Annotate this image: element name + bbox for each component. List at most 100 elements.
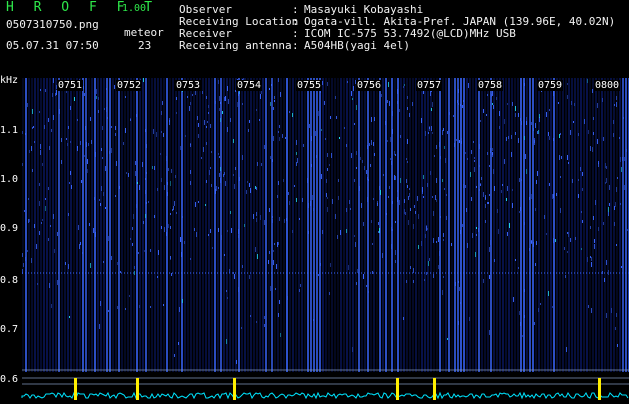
noise-speckle <box>204 120 205 125</box>
noise-speckle <box>224 172 225 175</box>
noise-column <box>280 78 282 372</box>
noise-speckle <box>269 88 270 90</box>
noise-speckle <box>176 212 177 214</box>
noise-column <box>100 78 102 372</box>
noise-speckle <box>524 222 525 225</box>
noise-column <box>541 78 543 372</box>
noise-speckle <box>512 189 513 191</box>
noise-speckle <box>407 161 408 163</box>
noise-speckle <box>272 219 273 223</box>
noise-speckle <box>608 207 609 212</box>
noise-speckle <box>179 307 180 312</box>
noise-speckle <box>582 220 583 223</box>
noise-speckle <box>436 241 437 243</box>
noise-speckle <box>404 199 405 203</box>
noise-speckle <box>617 344 618 347</box>
noise-column <box>388 78 390 372</box>
noise-speckle <box>190 170 191 174</box>
noise-speckle <box>278 78 279 82</box>
noise-speckle <box>264 316 265 319</box>
noise-column <box>223 78 225 372</box>
noise-column <box>220 78 222 372</box>
noise-speckle <box>588 130 589 134</box>
noise-speckle <box>104 108 105 110</box>
noise-speckle <box>338 179 339 182</box>
noise-speckle <box>492 103 493 105</box>
noise-speckle <box>574 103 575 106</box>
noise-speckle <box>627 229 628 231</box>
noise-speckle <box>590 146 591 151</box>
noise-speckle <box>446 194 447 196</box>
noise-speckle <box>350 208 351 210</box>
noise-speckle <box>115 126 116 130</box>
noise-speckle <box>531 194 532 199</box>
noise-speckle <box>348 265 349 270</box>
noise-speckle <box>90 117 91 121</box>
noise-speckle <box>426 226 427 231</box>
noise-column <box>304 78 306 372</box>
noise-speckle <box>61 138 62 142</box>
noise-speckle <box>553 91 554 96</box>
noise-speckle <box>329 164 330 166</box>
info-value-antenna: A504HB(yagi 4el) <box>304 39 410 52</box>
noise-speckle <box>172 209 173 211</box>
noise-speckle <box>518 138 519 143</box>
noise-speckle <box>498 229 499 234</box>
noise-column <box>37 78 39 372</box>
noise-speckle <box>608 270 609 275</box>
noise-speckle <box>363 222 364 226</box>
noise-speckle <box>218 228 219 232</box>
time-mark-0800: 0800 <box>594 80 621 91</box>
noise-column <box>448 78 450 372</box>
noise-speckle <box>256 218 257 222</box>
noise-speckle <box>313 319 314 321</box>
noise-speckle <box>614 222 615 226</box>
noise-speckle <box>327 82 328 86</box>
noise-speckle <box>616 96 617 100</box>
noise-speckle <box>180 237 181 242</box>
noise-speckle <box>387 140 388 142</box>
noise-speckle <box>185 135 186 137</box>
noise-speckle <box>485 197 486 199</box>
noise-speckle <box>410 208 411 211</box>
noise-speckle <box>279 125 280 128</box>
noise-speckle <box>571 101 572 105</box>
noise-speckle <box>494 259 495 262</box>
noise-column <box>466 78 468 372</box>
noise-speckle <box>351 91 352 96</box>
noise-speckle <box>249 120 250 123</box>
noise-speckle <box>474 157 475 159</box>
noise-speckle <box>385 121 386 125</box>
noise-speckle <box>371 117 372 122</box>
noise-speckle <box>313 208 314 211</box>
noise-speckle <box>95 232 96 234</box>
noise-column <box>202 78 204 372</box>
noise-column <box>298 78 300 372</box>
noise-speckle <box>250 188 251 193</box>
noise-speckle <box>399 200 400 205</box>
noise-speckle <box>537 171 538 176</box>
noise-speckle <box>219 173 220 177</box>
noise-speckle <box>438 265 439 269</box>
noise-speckle <box>425 131 426 136</box>
noise-column <box>109 78 111 372</box>
noise-speckle <box>409 193 410 197</box>
noise-speckle <box>150 306 151 308</box>
noise-column <box>409 78 411 372</box>
noise-speckle <box>603 137 604 141</box>
noise-speckle <box>296 198 297 202</box>
noise-speckle <box>407 96 408 99</box>
noise-speckle <box>582 188 583 191</box>
noise-speckle <box>400 135 401 138</box>
noise-speckle <box>207 121 208 123</box>
noise-speckle <box>321 174 322 179</box>
spectrogram-panel: kHz 1.1 1.0 0.9 0.8 0.7 0.6 0751 0752 07… <box>0 72 629 400</box>
noise-column <box>565 78 567 372</box>
noise-speckle <box>208 105 209 108</box>
noise-speckle <box>206 142 207 145</box>
noise-speckle <box>270 156 271 159</box>
noise-speckle <box>409 188 410 190</box>
noise-speckle <box>274 100 275 102</box>
noise-speckle <box>174 354 175 357</box>
noise-speckle <box>423 196 424 198</box>
